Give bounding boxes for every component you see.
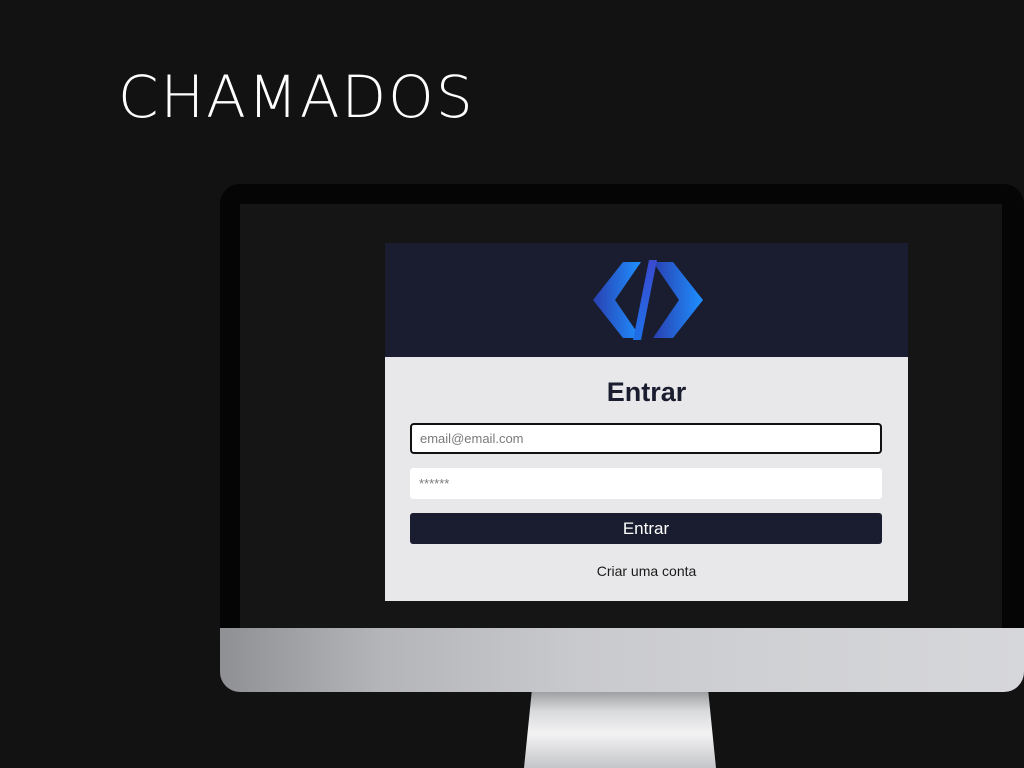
login-card-header (385, 243, 908, 357)
login-button[interactable]: Entrar (410, 513, 882, 544)
monitor-screen: Entrar Entrar Criar uma conta (240, 204, 1002, 628)
page: CHAMADOS Entrar email@email.com ****** E… (0, 0, 1024, 768)
login-card: Entrar Entrar Criar uma conta (385, 243, 908, 601)
password-field[interactable] (410, 468, 882, 499)
code-brackets-logo-icon (592, 260, 703, 340)
monitor-chin (220, 628, 1024, 692)
monitor-mockup: Entrar Entrar Criar uma conta (220, 184, 1024, 768)
create-account-link[interactable]: Criar uma conta (385, 563, 908, 579)
email-field[interactable] (410, 423, 882, 454)
monitor-bezel: Entrar Entrar Criar uma conta (220, 184, 1024, 628)
monitor-stand (524, 692, 716, 768)
login-card-body: Entrar Entrar Criar uma conta (385, 357, 908, 601)
login-heading: Entrar (606, 377, 687, 407)
page-title: CHAMADOS (118, 63, 475, 131)
